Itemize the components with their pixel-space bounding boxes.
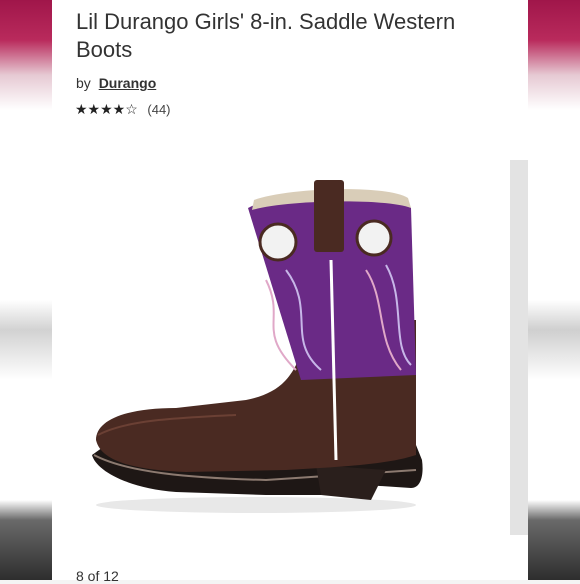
- review-count[interactable]: (44): [147, 102, 170, 117]
- background-strip-left: [0, 0, 52, 580]
- boot-image[interactable]: [86, 170, 426, 515]
- byline: by Durango: [76, 75, 156, 91]
- gallery-pager: 8 of 12: [76, 568, 119, 584]
- background-strip-right: [528, 0, 580, 580]
- by-label: by: [76, 75, 91, 91]
- product-title: Lil Durango Girls' 8-in. Saddle Western …: [76, 9, 456, 62]
- product-card: Lil Durango Girls' 8-in. Saddle Western …: [52, 0, 528, 584]
- star-rating-icon: ★★★★☆: [75, 101, 138, 117]
- gallery-scrollbar[interactable]: [510, 160, 528, 535]
- rating[interactable]: ★★★★☆ (44): [75, 101, 171, 118]
- brand-link[interactable]: Durango: [99, 75, 157, 91]
